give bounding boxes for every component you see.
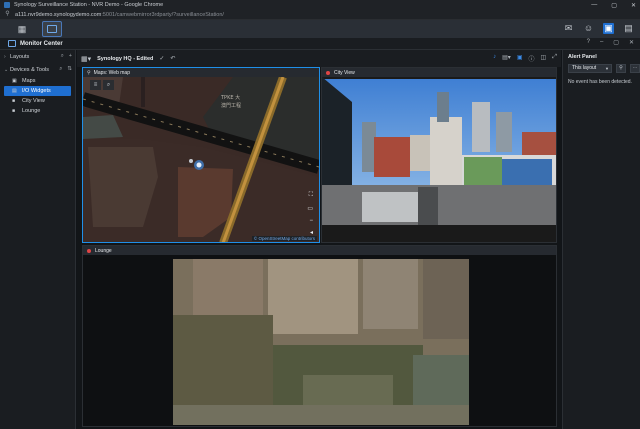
address-bar[interactable]: ⚲ a111.nvr9demo.synologydemo.com:5001/ca… — [0, 10, 640, 20]
map-canvas: TPKE 大 澳門工程 — [83, 75, 319, 242]
snapshot-icon[interactable]: ◫ — [541, 54, 547, 63]
compass-icon[interactable]: ◂ — [310, 229, 313, 236]
tile-title: Maps: Web map — [93, 69, 130, 76]
live-status-dot — [87, 248, 91, 253]
layout-name: Synology HQ - Edited — [97, 55, 154, 62]
map-search-button[interactable]: ⌕ — [103, 80, 114, 90]
maximize-button[interactable]: ▢ — [611, 2, 617, 9]
window-controls: — ▢ ✕ — [591, 0, 636, 10]
lounge-camera-image — [83, 255, 556, 426]
lounge-tile[interactable]: Lounge — [82, 245, 557, 427]
search-icon[interactable]: ⌕ — [61, 53, 64, 60]
add-icon[interactable]: + — [69, 53, 72, 60]
city-view-tile[interactable]: City View — [321, 67, 557, 243]
camera-icon: ■ — [12, 97, 16, 104]
alert-panel: Alert Panel This layout ▼ ⚲ ⋯ No event h… — [562, 50, 640, 429]
monitor-center-window-tools: ? – ▢ ✕ — [587, 39, 634, 46]
surveillance-station-icon — [4, 2, 10, 8]
tile-title: Lounge — [95, 247, 112, 254]
map-label: 澳門工程 — [221, 102, 241, 109]
sidebar-item-label: I/O Widgets — [22, 88, 51, 94]
search-icon[interactable]: ⌕ — [59, 66, 62, 73]
fullscreen-icon[interactable]: ⤢ — [552, 54, 557, 63]
sidebar-item-lounge[interactable]: ■ Lounge — [0, 106, 71, 116]
city-camera-image — [322, 77, 556, 242]
user-icon[interactable]: ☺ — [583, 23, 594, 34]
city-camera-feed[interactable] — [322, 77, 556, 242]
alert-empty-message: No event has been detected. — [568, 79, 632, 85]
monitor-center-icon — [8, 40, 16, 47]
help-button[interactable]: ? — [587, 39, 590, 46]
alert-panel-title: Alert Panel — [568, 54, 597, 60]
left-sidebar: › Layouts ⌕ + ⌄ Devices & Tools ⌕ ⇅ ▣ Maps… — [0, 50, 76, 429]
sidebar-item-maps[interactable]: ▣ Maps — [0, 76, 71, 86]
tile-title: City View — [334, 69, 355, 76]
top-right-icons: ✉ ☺ ▣ ▤ — [563, 23, 634, 34]
minimize-panel-button[interactable]: – — [600, 39, 603, 46]
main-menu-icon[interactable]: ▦ — [16, 23, 28, 35]
devices-tools-label: Devices & Tools — [10, 66, 50, 73]
url-path: :5001/camwebmirror3rdparty/?surveillance… — [101, 11, 224, 18]
map-view-icon[interactable]: ▭ — [307, 205, 313, 212]
browser-title-bar: Synology Surveillance Station - NVR Demo… — [0, 0, 640, 10]
map-layers-button[interactable]: ≡ — [90, 80, 101, 90]
widget-icon: ▤ — [12, 87, 17, 94]
monitor-center-title: Monitor Center — [20, 40, 63, 47]
layout-grid-icon[interactable]: ▦▾ — [81, 55, 91, 63]
web-map[interactable]: TPKE 大 澳門工程 ≡ ⌕ ⛶ ▭ − ◂ © OpenStreetMap … — [83, 75, 319, 242]
sidebar-item-label: Lounge — [22, 108, 41, 114]
confirm-icon[interactable]: ✓ — [159, 55, 164, 62]
alert-scope-value: This layout — [572, 65, 597, 71]
chevron-down-icon: ▼ — [605, 66, 609, 71]
edit-layout-icon[interactable]: ▣ — [517, 54, 523, 63]
layouts-section[interactable]: › Layouts ⌕ + — [0, 50, 75, 63]
sidebar-item-label: Maps — [22, 78, 36, 84]
toolbar-right-tools: ♪ ▤▾ ▣ ⓘ ◫ ⤢ — [493, 54, 557, 63]
layouts-label: Layouts — [10, 53, 30, 60]
live-view-area: ▦▾ Synology HQ - Edited ✓ ↶ ♪ ▤▾ ▣ ⓘ ◫ ⤢… — [77, 50, 561, 429]
map-attribution[interactable]: © OpenStreetMap contributors — [251, 236, 317, 241]
bell-icon[interactable]: ♪ — [493, 54, 496, 63]
tile-header: ⚲ Maps: Web map — [83, 68, 319, 77]
screen-icon[interactable]: ▤ — [623, 23, 634, 34]
lounge-camera-feed[interactable] — [83, 255, 556, 426]
sidebar-item-label: City View — [22, 98, 45, 104]
zoom-out-icon[interactable]: − — [309, 218, 313, 224]
map-pin-icon: ⚲ — [87, 69, 91, 76]
map-label: TPKE 大 — [220, 94, 240, 101]
minimize-button[interactable]: — — [591, 2, 597, 8]
more-icon[interactable]: ⋯ — [630, 64, 640, 73]
close-window-button[interactable]: ✕ — [631, 2, 636, 9]
monitor-icon[interactable]: ▣ — [603, 23, 614, 34]
tile-header: City View — [322, 68, 556, 77]
site-info-icon[interactable]: ⚲ — [4, 11, 11, 18]
fit-map-icon[interactable]: ⛶ — [309, 192, 313, 199]
monitor-center-header: Monitor Center ? – ▢ ✕ — [0, 38, 640, 50]
camera-icon: ■ — [12, 107, 16, 114]
window-title: Synology Surveillance Station - NVR Demo… — [14, 2, 164, 8]
alert-scope-select[interactable]: This layout ▼ — [568, 64, 612, 73]
sidebar-item-city-view[interactable]: ■ City View — [0, 96, 71, 106]
url-host: a111.nvr9demo.synologydemo.com — [15, 11, 102, 18]
sort-icon[interactable]: ⇅ — [67, 66, 72, 73]
url-text[interactable]: a111.nvr9demo.synologydemo.com:5001/camw… — [15, 12, 224, 18]
layout-toolbar: ▦▾ Synology HQ - Edited ✓ ↶ ♪ ▤▾ ▣ ⓘ ◫ ⤢ — [77, 50, 561, 67]
map-tile[interactable]: ⚲ Maps: Web map TPKE 大 澳門工程 ≡ ⌕ ⛶ ▭ − ◂ … — [82, 67, 320, 243]
message-icon[interactable]: ✉ — [563, 23, 574, 34]
close-panel-button[interactable]: ✕ — [629, 39, 634, 46]
info-icon[interactable]: ⓘ — [529, 54, 535, 63]
tile-header: Lounge — [83, 246, 556, 255]
undo-icon[interactable]: ↶ — [170, 55, 175, 62]
sidebar-item-io-widgets[interactable]: ▤ I/O Widgets — [4, 86, 71, 96]
filter-icon[interactable]: ⚲ — [616, 64, 626, 73]
map-icon: ▣ — [12, 77, 17, 84]
maximize-panel-button[interactable]: ▢ — [613, 39, 619, 46]
view-mode-icon[interactable]: ▤▾ — [502, 54, 511, 63]
app-top-bar: ▦ ✉ ☺ ▣ ▤ — [0, 20, 640, 38]
devices-tools-section[interactable]: ⌄ Devices & Tools ⌕ ⇅ — [0, 63, 75, 76]
monitor-icon — [47, 25, 57, 33]
live-status-dot — [326, 70, 330, 75]
alert-filter-row: This layout ▼ ⚲ ⋯ — [563, 64, 640, 73]
monitor-center-taskbar-tab[interactable] — [42, 21, 62, 37]
